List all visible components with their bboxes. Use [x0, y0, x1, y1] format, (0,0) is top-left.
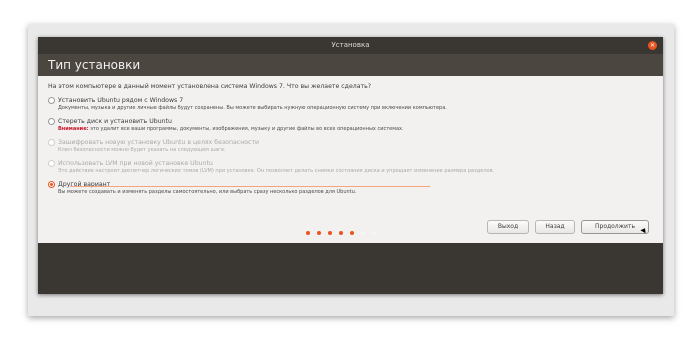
progress-dots: [306, 231, 376, 235]
option-install-alongside[interactable]: Установить Ubuntu рядом с Windows 7 Доку…: [48, 97, 653, 112]
option-description: Вы можете создавать и изменять разделы с…: [58, 189, 357, 195]
warning-text: это удалит все ваши программы, документы…: [90, 126, 404, 132]
option-title: Зашифровать новую установку Ubuntu в цел…: [58, 139, 260, 146]
checkbox-lvm: [48, 160, 55, 167]
radio-install-alongside[interactable]: [48, 97, 55, 104]
option-title: Другой вариант: [58, 181, 111, 188]
option-something-else[interactable]: Другой вариант Вы можете создавать и изм…: [48, 181, 653, 196]
option-title: Установить Ubuntu рядом с Windows 7: [58, 97, 184, 104]
progress-dot: [372, 231, 376, 235]
option-description: Ключ безопасности можно будет указать на…: [58, 147, 226, 153]
page-title: Тип установки: [38, 54, 663, 76]
quit-button[interactable]: Выход: [487, 220, 529, 234]
progress-dot: [306, 231, 310, 235]
progress-dot: [361, 231, 365, 235]
close-icon[interactable]: ✕: [648, 41, 657, 50]
installer-window: Установка ✕ Тип установки На этом компью…: [38, 37, 663, 294]
option-title: Использовать LVM при новой установке Ubu…: [58, 160, 213, 167]
option-description: Документы, музыка и другие личные файлы …: [58, 105, 447, 111]
progress-dot: [350, 231, 354, 235]
radio-erase-disk[interactable]: [48, 118, 55, 125]
continue-button[interactable]: Продолжить: [581, 220, 649, 234]
progress-dot: [317, 231, 321, 235]
radio-something-else[interactable]: [48, 181, 55, 188]
window-title: Установка: [331, 41, 370, 49]
progress-dot: [339, 231, 343, 235]
window-footer: [38, 243, 663, 294]
install-question: На этом компьютере в данный момент устан…: [48, 83, 372, 90]
option-description: Внимание: это удалит все ваши программы,…: [58, 126, 653, 133]
option-title: Стереть диск и установить Ubuntu: [58, 118, 172, 125]
window-titlebar: Установка ✕: [38, 37, 663, 54]
option-description: Это действие настроит диспетчер логическ…: [58, 168, 495, 174]
back-button[interactable]: Назад: [535, 220, 575, 234]
checkbox-encrypt: [48, 139, 55, 146]
option-lvm: Использовать LVM при новой установке Ubu…: [48, 160, 653, 175]
installation-type-panel: На этом компьютере в данный момент устан…: [38, 76, 663, 243]
option-encrypt: Зашифровать новую установку Ubuntu в цел…: [48, 139, 653, 154]
progress-dot: [328, 231, 332, 235]
selection-underline: [70, 186, 430, 187]
button-bar: Выход Назад Продолжить: [487, 220, 649, 234]
continue-label: Продолжить: [595, 223, 635, 230]
option-erase-disk[interactable]: Стереть диск и установить Ubuntu Внимани…: [48, 118, 653, 133]
warning-label: Внимание:: [58, 126, 89, 132]
mouse-cursor-icon: [640, 226, 648, 234]
